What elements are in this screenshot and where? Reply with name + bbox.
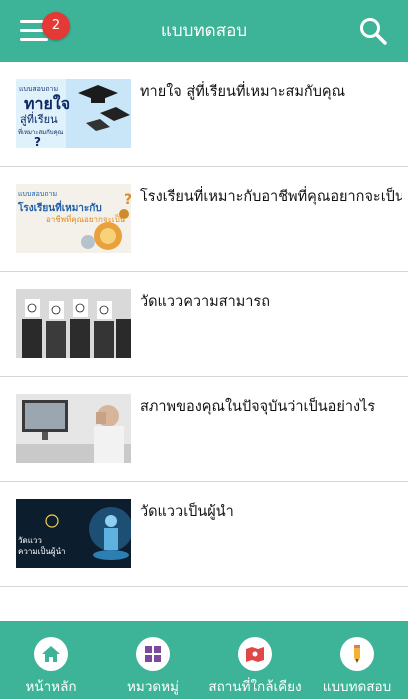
quiz-list: แบบสอบถาม ทายใจ สู่ที่เรียน ที่เหมาะสมกั… — [0, 62, 408, 587]
nav-item-categories[interactable]: หมวดหมู่ — [102, 621, 204, 699]
list-item[interactable]: สภาพของคุณในปัจจุบันว่าเป็นอย่างไร — [0, 377, 408, 482]
home-icon — [34, 637, 68, 671]
quiz-title: วัดแววความสามารถ — [140, 294, 270, 310]
thumb-text-line: วัดแวว — [18, 536, 42, 545]
quiz-title: ทายใจ สู่ที่เรียนที่เหมาะสมกับคุณ — [140, 84, 346, 100]
thumb-text-line: อาชีพที่คุณอยากจะเป็น — [46, 213, 126, 224]
quiz-pencil-icon — [340, 637, 374, 671]
quiz-title: วัดแววเป็นผู้นำ — [140, 504, 234, 520]
list-item[interactable]: แบบสอบถาม โรงเรียนที่เหมาะกับ อาชีพที่คุ… — [0, 167, 408, 272]
list-item[interactable]: แบบสอบถาม ทายใจ สู่ที่เรียน ที่เหมาะสมกั… — [0, 62, 408, 167]
thumb-text-line: ทายใจ — [24, 94, 70, 113]
svg-text:?: ? — [34, 135, 41, 148]
app-header: แบบทดสอบ 2 — [0, 0, 408, 62]
bottom-navigation: หน้าหลัก หมวดหมู่ สถานที่ใกล้เคียง แบบทด… — [0, 621, 408, 699]
nav-item-home[interactable]: หน้าหลัก — [0, 621, 102, 699]
quiz-thumbnail: วัดแวว ความเป็นผู้นำ — [16, 499, 131, 568]
list-item[interactable]: วัดแววความสามารถ — [0, 272, 408, 377]
quiz-thumbnail: แบบสอบถาม ทายใจ สู่ที่เรียน ที่เหมาะสมกั… — [16, 79, 131, 148]
notification-badge: 2 — [42, 12, 70, 40]
nav-label: สถานที่ใกล้เคียง — [208, 679, 302, 695]
quiz-thumbnail: แบบสอบถาม โรงเรียนที่เหมาะกับ อาชีพที่คุ… — [16, 184, 131, 253]
svg-text:?: ? — [124, 192, 131, 208]
thumb-text-line: ความเป็นผู้นำ — [18, 546, 66, 557]
thumb-text-line: แบบสอบถาม — [18, 190, 57, 198]
thumb-text-line: สู่ที่เรียน — [20, 111, 58, 126]
search-icon[interactable] — [358, 16, 388, 46]
list-item[interactable]: วัดแวว ความเป็นผู้นำ วัดแววเป็นผู้นำ — [0, 482, 408, 587]
nav-item-quiz[interactable]: แบบทดสอบ — [306, 621, 408, 699]
quiz-thumbnail — [16, 289, 131, 358]
quiz-thumbnail — [16, 394, 131, 463]
nav-label: แบบทดสอบ — [322, 679, 392, 695]
quiz-title: โรงเรียนที่เหมาะกับอาชีพที่คุณอยากจะเป็น — [140, 189, 402, 205]
nav-label: หน้าหลัก — [25, 679, 77, 695]
category-grid-icon — [136, 637, 170, 671]
nav-label: หมวดหมู่ — [127, 679, 179, 695]
quiz-title: สภาพของคุณในปัจจุบันว่าเป็นอย่างไร — [140, 399, 376, 415]
thumb-text-line: แบบสอบถาม — [19, 85, 58, 93]
nav-item-nearby[interactable]: สถานที่ใกล้เคียง — [204, 621, 306, 699]
map-icon — [238, 637, 272, 671]
thumb-text-line: โรงเรียนที่เหมาะกับ — [17, 200, 102, 214]
